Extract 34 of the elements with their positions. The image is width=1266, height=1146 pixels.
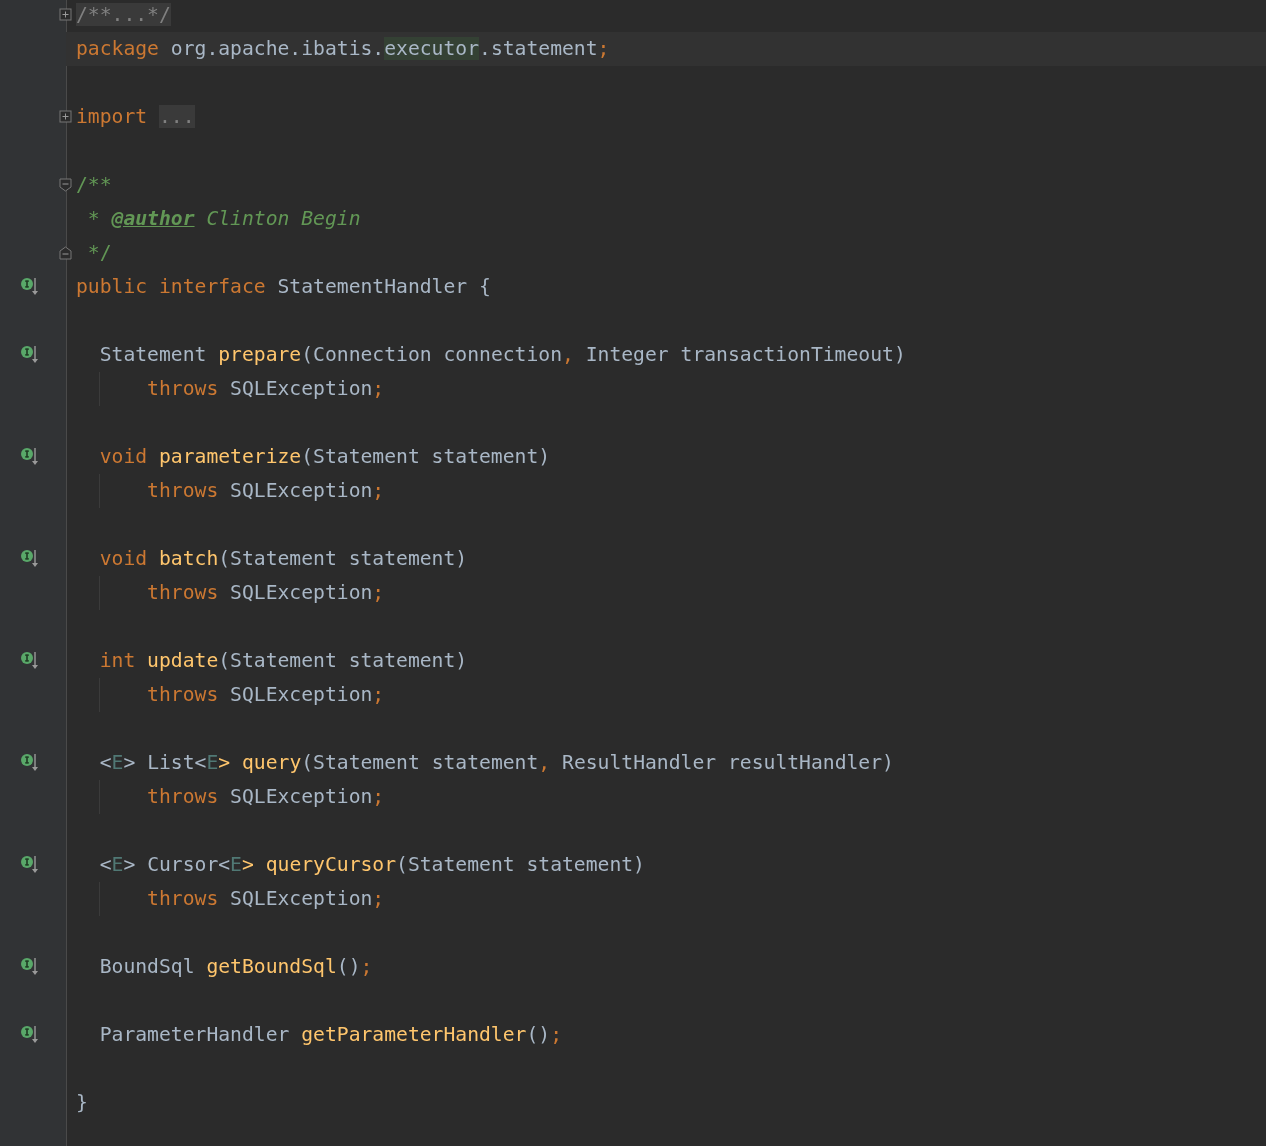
fold-plus-icon[interactable] bbox=[59, 110, 72, 124]
code-line: throws SQLException; bbox=[146, 682, 385, 708]
implemented-marker-icon[interactable] bbox=[20, 345, 40, 365]
code-line: throws SQLException; bbox=[146, 784, 385, 810]
implemented-marker-icon[interactable] bbox=[20, 277, 40, 297]
code-line: int update(Statement statement) bbox=[98, 648, 468, 674]
fold-minus-icon[interactable] bbox=[59, 246, 72, 260]
implemented-marker-icon[interactable] bbox=[20, 855, 40, 875]
implemented-marker-icon[interactable] bbox=[20, 1025, 40, 1045]
code-line: throws SQLException; bbox=[146, 478, 385, 504]
code-line: public interface StatementHandler { bbox=[76, 274, 491, 300]
code-line: void parameterize(Statement statement) bbox=[98, 444, 551, 470]
code-line: * @author Clinton Begin bbox=[86, 206, 361, 232]
code-line: */ bbox=[86, 240, 112, 266]
code-line: package org.apache.ibatis.executor.statement; bbox=[76, 36, 610, 62]
code-line: throws SQLException; bbox=[146, 376, 385, 402]
fold-plus-icon[interactable] bbox=[59, 8, 72, 22]
code-line: Statement prepare(Connection connection, Integer transactionTimeout) bbox=[98, 342, 906, 368]
code-line: /** bbox=[76, 172, 112, 198]
code-line: throws SQLException; bbox=[146, 580, 385, 606]
fold-minus-icon[interactable] bbox=[59, 178, 72, 192]
implemented-marker-icon[interactable] bbox=[20, 753, 40, 773]
code-line: <E> Cursor<E> queryCursor(Statement statement) bbox=[98, 852, 645, 878]
code-line: void batch(Statement statement) bbox=[98, 546, 468, 572]
code-line: ParameterHandler getParameterHandler(); bbox=[98, 1022, 562, 1048]
implemented-marker-icon[interactable] bbox=[20, 651, 40, 671]
code-line: BoundSql getBoundSql(); bbox=[98, 954, 373, 980]
code-line: } bbox=[76, 1090, 88, 1116]
code-line: <E> List<E> query(Statement statement, ResultHandler resultHandler) bbox=[98, 750, 894, 776]
code-line: throws SQLException; bbox=[146, 886, 385, 912]
implemented-marker-icon[interactable] bbox=[20, 447, 40, 467]
implemented-marker-icon[interactable] bbox=[20, 957, 40, 977]
implemented-marker-icon[interactable] bbox=[20, 549, 40, 569]
code-line: import ... bbox=[76, 104, 195, 130]
